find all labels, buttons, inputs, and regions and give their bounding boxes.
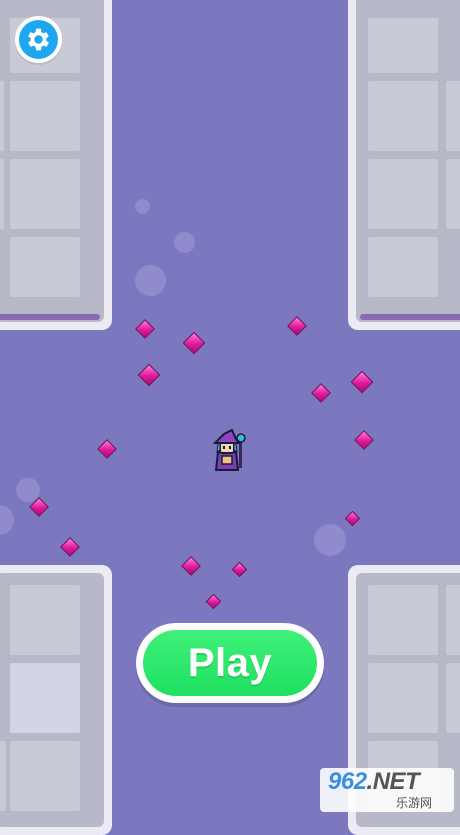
bubble [135,265,166,296]
gem [350,370,374,394]
gem [97,439,117,459]
watermark-sub: 乐游网 [396,796,433,810]
gem [344,510,361,527]
play-button[interactable]: Play [136,623,324,703]
gem [231,561,248,578]
gem [287,316,307,336]
bubble [135,199,150,214]
gem [181,556,201,576]
watermark-logo: 962.NET 乐游网 [320,768,454,812]
play-button-label: Play [187,640,273,685]
gem [182,331,206,355]
bubble [0,505,14,535]
gem [354,430,374,450]
wizard-icon [212,428,252,472]
wall-block-bottom-left [0,565,112,835]
settings-button[interactable] [15,16,62,63]
bubble [314,524,346,556]
wall-block-top-right [348,0,460,330]
gear-icon [28,28,49,51]
game-scene: Play 962.NET 乐游网 [0,0,460,835]
gem [137,363,161,387]
gem [135,319,155,339]
bubble [174,232,195,253]
gem [205,593,222,610]
gem [60,537,80,557]
watermark-brand: 962.NET [328,768,420,795]
gem [311,383,331,403]
